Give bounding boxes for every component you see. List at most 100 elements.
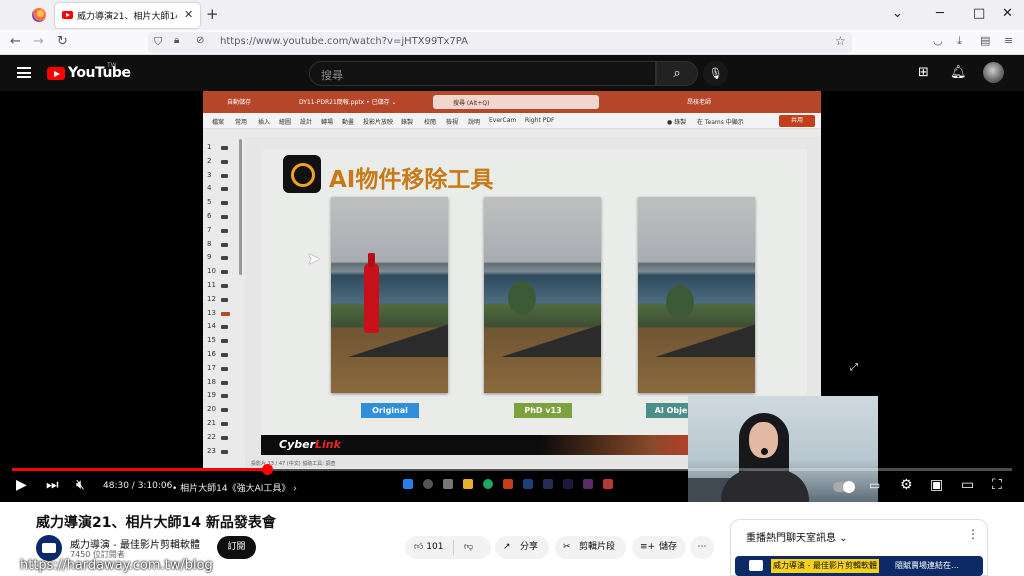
menu-icon[interactable]: ≡ xyxy=(1004,34,1013,47)
video-player[interactable]: 自動儲存 DY11-PDR21簡報.pptx • 已儲存 ⌄ 搜尋 (Alt+Q… xyxy=(0,91,1024,502)
clip-button[interactable]: ✂ 剪輯片段 xyxy=(555,536,626,559)
dislike-button[interactable]: 👎︎ xyxy=(464,536,473,559)
ppt-slide-thumbnails: 1 2 3 4 5 6 7 8 9 10 11 12 13 14 15 16 17 18 19 20 21 22 23 xyxy=(203,137,245,469)
slide-thumbnail xyxy=(221,215,228,219)
taskbar-app-icon xyxy=(603,479,613,489)
label-phd-v13: PhD v13 xyxy=(514,403,572,418)
slide-thumbnail-number: 20 xyxy=(207,405,216,414)
ppt-autosave-label: 自動儲存 xyxy=(227,99,252,106)
picture-expand-icon[interactable]: ⤢ xyxy=(843,357,865,379)
chat-title[interactable]: 重播熱門聊天室訊息 ⌄ xyxy=(746,529,848,544)
lock-icon[interactable]: 🔒︎ xyxy=(174,35,179,46)
create-video-icon[interactable]: ⊞ xyxy=(918,65,929,80)
download-icon[interactable]: ⤓ xyxy=(957,34,962,48)
progress-bar[interactable] xyxy=(12,464,1012,475)
firefox-icon[interactable] xyxy=(32,8,46,22)
progress-scrubber[interactable] xyxy=(262,464,273,475)
minimize-button[interactable]: ─ xyxy=(936,6,944,21)
mute-button[interactable]: 🔇︎ xyxy=(76,477,85,493)
slide-thumbnail xyxy=(221,435,228,440)
reload-icon[interactable]: ↻ xyxy=(57,34,68,49)
fullscreen-button[interactable]: ⛶ xyxy=(992,477,1002,493)
slide-thumbnail-number: 5 xyxy=(207,198,212,207)
slide-thumbnail-number: 7 xyxy=(207,225,212,234)
search-button[interactable]: ⌕ xyxy=(656,61,698,86)
slide-thumbnail-number: 15 xyxy=(207,336,216,345)
chat-more-icon[interactable]: ⋮ xyxy=(967,527,979,541)
slide-thumbnail-number: 6 xyxy=(207,212,212,220)
taskbar-app-icon xyxy=(583,479,593,489)
close-window-button[interactable]: ✕ xyxy=(1002,6,1013,21)
blog-watermark: https://hardaway.com.tw/blog xyxy=(20,558,213,573)
pocket-icon[interactable]: ◡ xyxy=(933,34,943,47)
save-button[interactable]: ≡+ 儲存 xyxy=(632,536,686,559)
maximize-button[interactable]: □ xyxy=(973,6,985,21)
tab-title: 威力導演21、相片大師14 新品發表會 xyxy=(77,12,177,22)
slide-thumbnail xyxy=(221,353,228,357)
more-actions-button[interactable]: ⋯ xyxy=(690,536,714,559)
ppt-menu-item: 插入 xyxy=(258,119,271,126)
ppt-menu-item: 說明 xyxy=(468,119,481,126)
taskbar-explorer-icon xyxy=(463,479,473,489)
forward-arrow-icon[interactable]: → xyxy=(33,34,44,49)
like-dislike-group: 👍︎ 101 👎︎ xyxy=(405,536,491,559)
youtube-logo-icon[interactable] xyxy=(47,67,65,80)
subtitles-button[interactable]: ▭ xyxy=(869,477,880,493)
ppt-menu-item: Right PDF xyxy=(525,117,555,124)
slide-thumbnail xyxy=(221,297,228,302)
url-text: https://www.youtube.com/watch?v=jHTX99Tx… xyxy=(220,36,468,47)
hamburger-menu-icon[interactable] xyxy=(17,67,31,78)
search-input[interactable]: 搜尋 xyxy=(309,61,656,86)
progress-played xyxy=(12,468,267,471)
settings-button[interactable]: ⚙ xyxy=(900,477,913,493)
voice-search-button[interactable]: 🎙︎ xyxy=(703,61,728,86)
tab-close-icon[interactable]: ✕ xyxy=(184,8,193,21)
tab-list-chevron-icon[interactable]: ⌄ xyxy=(892,6,903,21)
photo-original xyxy=(331,197,448,393)
browser-tab-youtube[interactable]: 威力導演21、相片大師14 新品發表會 ✕ xyxy=(55,3,200,28)
slide-thumbnail xyxy=(221,173,228,178)
play-button[interactable]: ▶ xyxy=(16,477,27,493)
slide-thumbnail-number: 17 xyxy=(207,363,216,372)
slide-thumbnail xyxy=(221,242,228,247)
live-chat-replay: 重播熱門聊天室訊息 ⌄ ⋮ 威力導演 - 最佳影片剪輯軟體 隨賦賣場連結在… xyxy=(730,519,988,576)
permissions-icon[interactable]: ⊘ xyxy=(196,35,204,46)
ppt-menu-item: 設計 xyxy=(300,119,313,126)
like-button[interactable]: 👍︎ 101 xyxy=(414,536,443,559)
slide-thumbnail-number: 16 xyxy=(207,350,216,358)
slide-thumbnail-number: 11 xyxy=(207,281,216,289)
slide-thumbnail xyxy=(221,270,228,275)
subscribe-button[interactable]: 訂閱 xyxy=(217,536,256,559)
tree-image xyxy=(508,281,536,315)
shield-icon[interactable]: ⛉ xyxy=(154,35,162,49)
share-button[interactable]: ↗ 分享 xyxy=(495,536,549,559)
clip-label: 剪輯片段 xyxy=(579,542,616,552)
taskbar-powerpoint-icon xyxy=(503,479,513,489)
youtube-logo-text[interactable]: YouTube xyxy=(68,65,131,81)
taskbar-app-icon xyxy=(563,479,573,489)
volume-muted-icon: 🔇︎ xyxy=(76,477,85,493)
miniplayer-button[interactable]: ▣ xyxy=(930,477,943,493)
next-button[interactable]: ⏭︎ xyxy=(46,477,59,493)
next-icon: ⏭︎ xyxy=(46,477,59,493)
url-bar[interactable]: ⛉ 🔒︎ ⊘ https://www.youtube.com/watch?v=j… xyxy=(148,32,852,53)
presenter-body xyxy=(721,470,809,502)
slide-thumbnail xyxy=(221,380,228,385)
subtitles-icon: ▭ xyxy=(869,478,881,492)
bookmark-star-icon[interactable]: ☆ xyxy=(835,34,846,48)
notifications-bell-icon[interactable]: 🔔︎ xyxy=(950,65,967,80)
like-count: 101 xyxy=(426,542,444,552)
chapter-title[interactable]: • 相片大師14《強大AI工具》 › xyxy=(172,481,297,494)
slide-thumbnail xyxy=(221,394,228,399)
autoplay-toggle[interactable] xyxy=(833,481,855,493)
new-tab-button[interactable]: + xyxy=(206,5,219,23)
browser-tab-strip: 威力導演21、相片大師14 新品發表會 ✕ + ⌄ ─ □ ✕ xyxy=(0,0,1024,30)
slide-thumbnail-number: 1 xyxy=(207,143,212,151)
back-arrow-icon[interactable]: ← xyxy=(10,34,21,49)
theater-mode-button[interactable]: ▭ xyxy=(961,477,974,493)
slide-thumbnail-number: 21 xyxy=(207,419,216,427)
reader-view-icon[interactable]: ▤ xyxy=(980,34,990,47)
ppt-menu-item: 錄製 xyxy=(401,119,414,126)
account-avatar[interactable] xyxy=(983,62,1004,83)
taskbar-edge-icon xyxy=(483,479,493,489)
